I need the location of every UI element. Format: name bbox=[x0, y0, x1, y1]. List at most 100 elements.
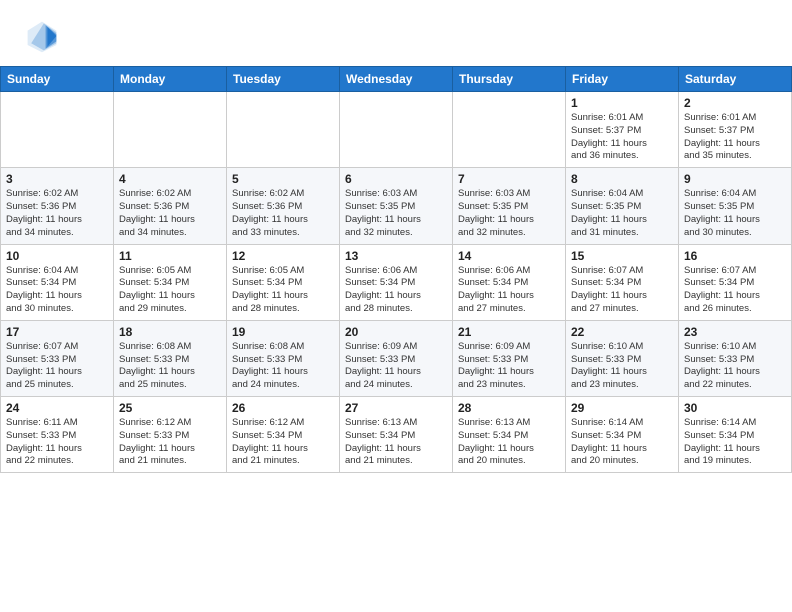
day-number: 30 bbox=[684, 401, 786, 415]
day-info: Sunrise: 6:05 AM Sunset: 5:34 PM Dayligh… bbox=[232, 265, 334, 316]
page: SundayMondayTuesdayWednesdayThursdayFrid… bbox=[0, 0, 792, 612]
day-info: Sunrise: 6:03 AM Sunset: 5:35 PM Dayligh… bbox=[458, 188, 560, 239]
day-number: 1 bbox=[571, 96, 673, 110]
calendar-cell: 13Sunrise: 6:06 AM Sunset: 5:34 PM Dayli… bbox=[340, 244, 453, 320]
day-number: 13 bbox=[345, 249, 447, 263]
day-info: Sunrise: 6:04 AM Sunset: 5:34 PM Dayligh… bbox=[6, 265, 108, 316]
calendar-day-header: Friday bbox=[566, 67, 679, 92]
day-number: 5 bbox=[232, 172, 334, 186]
calendar-cell: 20 Sunrise: 6:09 AM Sunset: 5:33 PM Dayli… bbox=[340, 320, 453, 396]
calendar-cell: 6 Sunrise: 6:03 AM Sunset: 5:35 PM Daylig… bbox=[340, 168, 453, 244]
calendar-cell: 29 Sunrise: 6:14 AM Sunset: 5:34 PM Dayli… bbox=[566, 397, 679, 473]
calendar-cell: 30 Sunrise: 6:14 AM Sunset: 5:34 PM Dayli… bbox=[679, 397, 792, 473]
calendar-cell: 11 Sunrise: 6:05 AM Sunset: 5:34 PM Dayli… bbox=[114, 244, 227, 320]
calendar-cell: 19 Sunrise: 6:08 AM Sunset: 5:33 PM Dayli… bbox=[227, 320, 340, 396]
calendar-cell bbox=[453, 92, 566, 168]
day-number: 22 bbox=[571, 325, 673, 339]
day-number: 4 bbox=[119, 172, 221, 186]
day-number: 21 bbox=[458, 325, 560, 339]
day-number: 19 bbox=[232, 325, 334, 339]
calendar-day-header: Tuesday bbox=[227, 67, 340, 92]
day-number: 28 bbox=[458, 401, 560, 415]
day-info: Sunrise: 6:06 AM Sunset: 5:34 PM Dayligh… bbox=[458, 265, 560, 316]
day-info: Sunrise: 6:07 AM Sunset: 5:34 PM Dayligh… bbox=[571, 265, 673, 316]
calendar-cell: 9Sunrise: 6:04 AM Sunset: 5:35 PM Daylig… bbox=[679, 168, 792, 244]
day-info: Sunrise: 6:13 AM Sunset: 5:34 PM Dayligh… bbox=[345, 417, 447, 468]
calendar-cell bbox=[1, 92, 114, 168]
calendar-cell: 21 Sunrise: 6:09 AM Sunset: 5:33 PM Dayli… bbox=[453, 320, 566, 396]
calendar-cell: 18Sunrise: 6:08 AM Sunset: 5:33 PM Dayli… bbox=[114, 320, 227, 396]
day-number: 3 bbox=[6, 172, 108, 186]
day-info: Sunrise: 6:01 AM Sunset: 5:37 PM Dayligh… bbox=[684, 112, 786, 163]
calendar-cell: 8Sunrise: 6:04 AM Sunset: 5:35 PM Daylig… bbox=[566, 168, 679, 244]
calendar-cell: 25 Sunrise: 6:12 AM Sunset: 5:33 PM Dayli… bbox=[114, 397, 227, 473]
day-number: 6 bbox=[345, 172, 447, 186]
calendar-cell: 14Sunrise: 6:06 AM Sunset: 5:34 PM Dayli… bbox=[453, 244, 566, 320]
calendar-week-row: 1 Sunrise: 6:01 AM Sunset: 5:37 PM Daylig… bbox=[1, 92, 792, 168]
calendar-day-header: Monday bbox=[114, 67, 227, 92]
calendar-day-header: Wednesday bbox=[340, 67, 453, 92]
day-number: 23 bbox=[684, 325, 786, 339]
calendar-week-row: 17 Sunrise: 6:07 AM Sunset: 5:33 PM Dayli… bbox=[1, 320, 792, 396]
day-info: Sunrise: 6:08 AM Sunset: 5:33 PM Dayligh… bbox=[119, 341, 221, 392]
day-info: Sunrise: 6:05 AM Sunset: 5:34 PM Dayligh… bbox=[119, 265, 221, 316]
day-info: Sunrise: 6:07 AM Sunset: 5:33 PM Dayligh… bbox=[6, 341, 108, 392]
day-info: Sunrise: 6:01 AM Sunset: 5:37 PM Dayligh… bbox=[571, 112, 673, 163]
calendar-cell: 26Sunrise: 6:12 AM Sunset: 5:34 PM Dayli… bbox=[227, 397, 340, 473]
day-info: Sunrise: 6:13 AM Sunset: 5:34 PM Dayligh… bbox=[458, 417, 560, 468]
day-info: Sunrise: 6:14 AM Sunset: 5:34 PM Dayligh… bbox=[571, 417, 673, 468]
calendar-cell: 16 Sunrise: 6:07 AM Sunset: 5:34 PM Dayli… bbox=[679, 244, 792, 320]
day-number: 2 bbox=[684, 96, 786, 110]
calendar-cell: 10 Sunrise: 6:04 AM Sunset: 5:34 PM Dayli… bbox=[1, 244, 114, 320]
day-info: Sunrise: 6:09 AM Sunset: 5:33 PM Dayligh… bbox=[458, 341, 560, 392]
day-number: 8 bbox=[571, 172, 673, 186]
calendar-cell: 28 Sunrise: 6:13 AM Sunset: 5:34 PM Dayli… bbox=[453, 397, 566, 473]
day-info: Sunrise: 6:10 AM Sunset: 5:33 PM Dayligh… bbox=[684, 341, 786, 392]
calendar-week-row: 10 Sunrise: 6:04 AM Sunset: 5:34 PM Dayli… bbox=[1, 244, 792, 320]
header bbox=[0, 0, 792, 62]
logo-icon bbox=[24, 18, 60, 54]
day-number: 16 bbox=[684, 249, 786, 263]
day-info: Sunrise: 6:14 AM Sunset: 5:34 PM Dayligh… bbox=[684, 417, 786, 468]
day-number: 15 bbox=[571, 249, 673, 263]
calendar-week-row: 3 Sunrise: 6:02 AM Sunset: 5:36 PM Daylig… bbox=[1, 168, 792, 244]
calendar-cell: 23 Sunrise: 6:10 AM Sunset: 5:33 PM Dayli… bbox=[679, 320, 792, 396]
calendar-week-row: 24 Sunrise: 6:11 AM Sunset: 5:33 PM Dayli… bbox=[1, 397, 792, 473]
calendar-cell: 2 Sunrise: 6:01 AM Sunset: 5:37 PM Daylig… bbox=[679, 92, 792, 168]
day-info: Sunrise: 6:10 AM Sunset: 5:33 PM Dayligh… bbox=[571, 341, 673, 392]
day-number: 29 bbox=[571, 401, 673, 415]
day-info: Sunrise: 6:03 AM Sunset: 5:35 PM Dayligh… bbox=[345, 188, 447, 239]
day-number: 9 bbox=[684, 172, 786, 186]
calendar-day-header: Saturday bbox=[679, 67, 792, 92]
day-info: Sunrise: 6:02 AM Sunset: 5:36 PM Dayligh… bbox=[232, 188, 334, 239]
calendar-day-header: Thursday bbox=[453, 67, 566, 92]
calendar-cell bbox=[114, 92, 227, 168]
day-number: 25 bbox=[119, 401, 221, 415]
day-info: Sunrise: 6:02 AM Sunset: 5:36 PM Dayligh… bbox=[119, 188, 221, 239]
calendar-cell: 24 Sunrise: 6:11 AM Sunset: 5:33 PM Dayli… bbox=[1, 397, 114, 473]
day-info: Sunrise: 6:07 AM Sunset: 5:34 PM Dayligh… bbox=[684, 265, 786, 316]
calendar-cell: 27 Sunrise: 6:13 AM Sunset: 5:34 PM Dayli… bbox=[340, 397, 453, 473]
day-number: 17 bbox=[6, 325, 108, 339]
day-number: 20 bbox=[345, 325, 447, 339]
day-info: Sunrise: 6:11 AM Sunset: 5:33 PM Dayligh… bbox=[6, 417, 108, 468]
day-number: 10 bbox=[6, 249, 108, 263]
calendar-cell: 4 Sunrise: 6:02 AM Sunset: 5:36 PM Daylig… bbox=[114, 168, 227, 244]
logo bbox=[24, 18, 64, 54]
day-number: 11 bbox=[119, 249, 221, 263]
day-info: Sunrise: 6:08 AM Sunset: 5:33 PM Dayligh… bbox=[232, 341, 334, 392]
calendar-cell bbox=[340, 92, 453, 168]
day-info: Sunrise: 6:09 AM Sunset: 5:33 PM Dayligh… bbox=[345, 341, 447, 392]
calendar-header-row: SundayMondayTuesdayWednesdayThursdayFrid… bbox=[1, 67, 792, 92]
day-number: 12 bbox=[232, 249, 334, 263]
calendar-cell: 15 Sunrise: 6:07 AM Sunset: 5:34 PM Dayli… bbox=[566, 244, 679, 320]
calendar-cell bbox=[227, 92, 340, 168]
day-number: 24 bbox=[6, 401, 108, 415]
day-info: Sunrise: 6:12 AM Sunset: 5:34 PM Dayligh… bbox=[232, 417, 334, 468]
calendar-day-header: Sunday bbox=[1, 67, 114, 92]
day-info: Sunrise: 6:02 AM Sunset: 5:36 PM Dayligh… bbox=[6, 188, 108, 239]
day-number: 27 bbox=[345, 401, 447, 415]
day-info: Sunrise: 6:12 AM Sunset: 5:33 PM Dayligh… bbox=[119, 417, 221, 468]
calendar-cell: 12 Sunrise: 6:05 AM Sunset: 5:34 PM Dayli… bbox=[227, 244, 340, 320]
calendar-cell: 22 Sunrise: 6:10 AM Sunset: 5:33 PM Dayli… bbox=[566, 320, 679, 396]
